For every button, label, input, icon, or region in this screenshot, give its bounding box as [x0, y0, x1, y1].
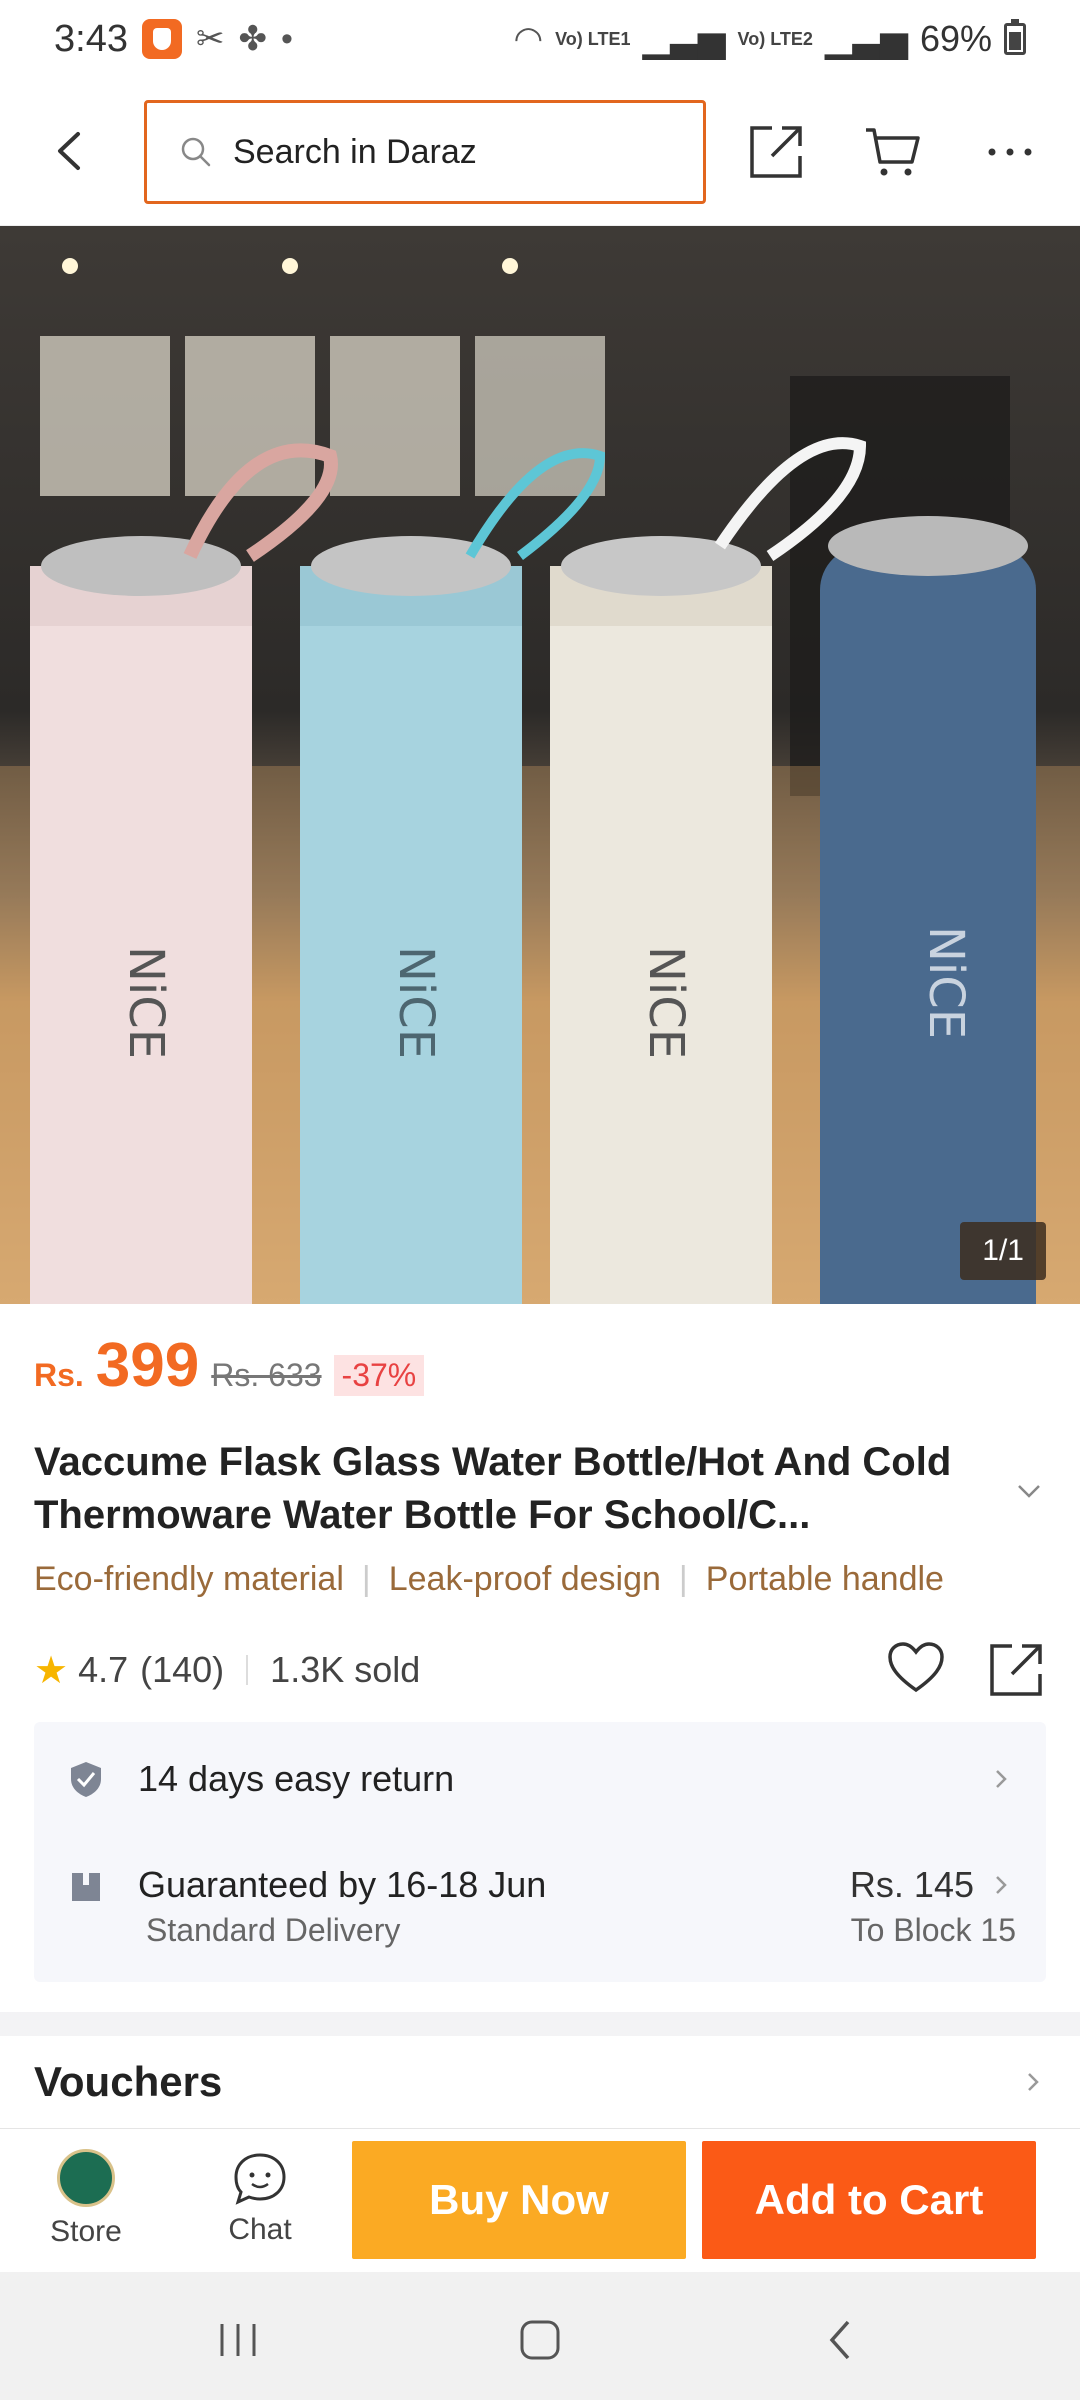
delivery-date: Guaranteed by 16-18 Jun — [138, 1864, 547, 1905]
wifi-icon: ◠ — [513, 20, 544, 58]
delivery-box-icon — [72, 1873, 100, 1901]
wishlist-heart-icon[interactable] — [886, 1640, 946, 1696]
search-icon — [181, 137, 211, 167]
bottom-action-bar: Store Chat Buy Now Add to Cart — [0, 2128, 1080, 2272]
delivery-fee: Rs. 145 — [849, 1864, 974, 1905]
currency-label: Rs. — [34, 1357, 84, 1393]
fan-icon: ✤ — [238, 20, 267, 58]
add-to-cart-button[interactable]: Add to Cart — [702, 2141, 1036, 2259]
tag-separator: | — [678, 1560, 688, 1598]
sim2-label: Vo) LTE2 — [737, 29, 813, 49]
delivery-location: To Block 15 — [850, 1912, 1016, 1948]
chat-bubble-icon — [234, 2153, 286, 2205]
status-bar: 3:43 ✂ ✤ • ◠ Vo) LTE1 ▁▃▅ Vo) LTE2 ▁▃▅ 6… — [0, 0, 1080, 78]
signal-icon: ▁▃▅ — [642, 18, 726, 59]
search-input[interactable]: Search in Daraz — [144, 100, 706, 204]
vouchers-title: Vouchers — [34, 2058, 223, 2105]
cart-icon[interactable] — [862, 122, 922, 182]
delivery-type: Standard Delivery — [146, 1912, 401, 1948]
chat-button[interactable]: Chat — [200, 2143, 320, 2247]
rating-count[interactable]: (140) — [140, 1649, 224, 1691]
top-header: Search in Daraz — [0, 78, 1080, 226]
delivery-row[interactable]: Guaranteed by 16-18 Jun Standard Deliver… — [34, 1860, 1046, 1948]
svg-text:NiCE: NiCE — [638, 946, 694, 1059]
chevron-right-icon — [996, 1770, 1007, 1788]
tag-item: Eco-friendly material — [34, 1560, 344, 1598]
rating-row: ★ 4.7 (140) 1.3K sold — [34, 1640, 1046, 1700]
product-title[interactable]: Vaccume Flask Glass Water Bottle/Hot And… — [34, 1436, 954, 1542]
svg-text:NiCE: NiCE — [388, 946, 444, 1059]
return-policy-row[interactable]: 14 days easy return — [34, 1754, 1046, 1804]
svg-text:NiCE: NiCE — [918, 926, 974, 1039]
battery-icon — [1004, 19, 1026, 55]
divider — [246, 1655, 249, 1685]
system-nav-bar — [0, 2272, 1080, 2400]
rating-score[interactable]: 4.7 — [78, 1649, 128, 1691]
product-tags: Eco-friendly material | Leak-proof design |… — [34, 1560, 1080, 1599]
share-icon[interactable] — [746, 122, 806, 182]
buy-now-button[interactable]: Buy Now — [352, 2141, 686, 2259]
star-icon: ★ — [34, 1649, 69, 1692]
sold-count: 1.3K sold — [270, 1649, 421, 1690]
back-arrow-icon[interactable] — [48, 128, 94, 174]
vouchers-section[interactable]: Vouchers — [0, 2036, 1080, 2128]
discount-badge: -37% — [333, 1355, 425, 1396]
store-button[interactable]: Store — [26, 2143, 146, 2249]
chat-label: Chat — [228, 2213, 292, 2246]
battery-percent: 69% — [919, 18, 992, 59]
svg-text:NiCE: NiCE — [118, 946, 174, 1059]
notification-dot-icon: • — [280, 19, 293, 58]
chevron-down-icon[interactable] — [1014, 1476, 1044, 1506]
share-icon[interactable] — [986, 1640, 1046, 1700]
image-counter: 1/1 — [960, 1222, 1046, 1280]
shield-check-icon — [71, 1762, 101, 1797]
return-text: 14 days easy return — [138, 1758, 455, 1799]
search-placeholder: Search in Daraz — [233, 132, 477, 171]
daraz-notification-icon — [141, 19, 182, 59]
chevron-right-icon — [996, 1876, 1007, 1894]
missed-call-icon: ✂ — [195, 20, 225, 58]
tag-separator: | — [361, 1560, 371, 1598]
sim1-label: Vo) LTE1 — [555, 29, 631, 49]
service-info-card: 14 days easy return Guaranteed by 16-18 … — [34, 1722, 1046, 1982]
store-logo-icon — [57, 2149, 115, 2207]
product-photo: NiCE NiCE NiCE NiCE — [0, 258, 1080, 1304]
chevron-right-icon — [1028, 2073, 1039, 2091]
recent-apps-icon[interactable] — [208, 2310, 268, 2370]
signal-icon: ▁▃▅ — [824, 18, 908, 59]
current-price: 399 — [95, 1331, 200, 1400]
product-image[interactable]: NiCE NiCE NiCE NiCE 1/1 — [0, 226, 1080, 1304]
original-price: Rs. 633 — [211, 1357, 322, 1393]
price-row: Rs. 399 Rs. 633 -37% — [34, 1330, 425, 1401]
tag-item: Portable handle — [705, 1560, 944, 1598]
store-label: Store — [50, 2215, 122, 2248]
tag-item: Leak-proof design — [388, 1560, 661, 1598]
home-icon[interactable] — [510, 2310, 570, 2370]
status-time: 3:43 — [54, 17, 128, 60]
section-separator — [0, 2012, 1080, 2036]
back-icon[interactable] — [812, 2310, 872, 2370]
more-icon[interactable] — [980, 122, 1040, 182]
